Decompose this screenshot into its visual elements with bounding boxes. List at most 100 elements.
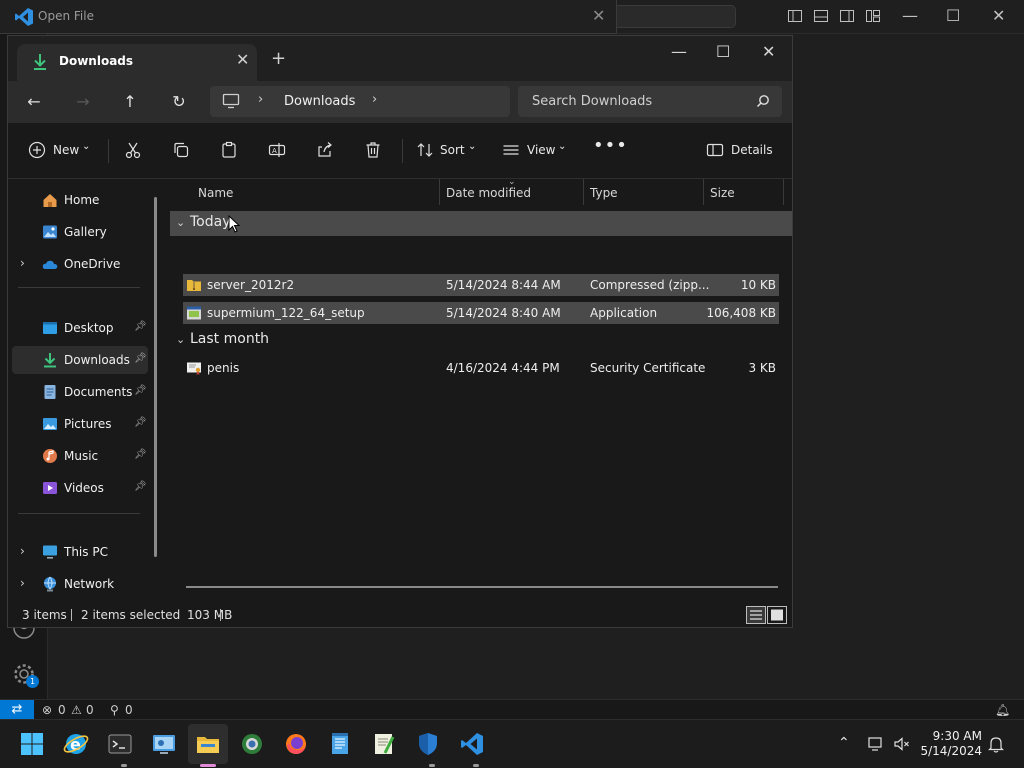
column-splitter[interactable]	[783, 179, 784, 205]
vscode-maximize-icon[interactable]: ☐	[946, 6, 960, 25]
share-icon[interactable]	[316, 141, 334, 159]
breadcrumb-chevron-icon[interactable]: ›	[372, 92, 377, 107]
table-row[interactable]: supermium_122_64_setup 5/14/2024 8:40 AM…	[183, 302, 779, 324]
firefox-icon[interactable]	[283, 731, 309, 757]
browser-globe-icon[interactable]	[239, 731, 265, 757]
show-hidden-icons-chevron-icon[interactable]: ⌃	[838, 735, 850, 751]
warnings-count[interactable]: 0	[86, 703, 94, 717]
system-clock[interactable]: 9:30 AM 5/14/2024	[920, 729, 982, 759]
cut-scissors-icon[interactable]	[124, 141, 142, 159]
vscode-minimize-icon[interactable]: —	[902, 6, 918, 25]
back-arrow-icon[interactable]: ←	[20, 89, 48, 115]
terminal-icon[interactable]	[107, 731, 133, 757]
column-date-modified[interactable]: Date modified	[446, 186, 531, 200]
ports-icon[interactable]: ⚲	[110, 703, 119, 717]
table-row[interactable]: penis 4/16/2024 4:44 PM Security Certifi…	[183, 357, 779, 379]
view-lines-icon[interactable]	[502, 141, 520, 159]
explorer-close-icon[interactable]: ✕	[762, 42, 775, 61]
new-tab-plus-icon[interactable]: +	[271, 48, 286, 69]
tiles-view-toggle-icon[interactable]	[767, 606, 787, 624]
vscode-command-center[interactable]	[617, 5, 736, 28]
sort-arrows-icon[interactable]	[416, 141, 434, 159]
explorer-minimize-icon[interactable]: —	[671, 42, 687, 61]
column-splitter[interactable]	[439, 179, 440, 205]
file-explorer-icon[interactable]	[195, 731, 221, 757]
expand-chevron-icon[interactable]: ›	[20, 544, 25, 558]
explorer-maximize-icon[interactable]: ☐	[716, 42, 730, 61]
errors-icon[interactable]: ⊗	[42, 703, 52, 717]
tab-close-icon[interactable]: ✕	[236, 50, 249, 69]
notepad-icon[interactable]	[327, 731, 353, 757]
remote-indicator-icon[interactable]: ⇄	[0, 700, 34, 720]
notification-bell-icon[interactable]	[988, 735, 1004, 753]
breadcrumb-downloads[interactable]: Downloads	[284, 94, 355, 109]
tab-downloads[interactable]: Downloads ✕	[17, 44, 257, 81]
sidebar-item-onedrive[interactable]: › OneDrive	[12, 250, 148, 278]
sort-button[interactable]: Sort	[440, 143, 465, 157]
internet-explorer-icon[interactable]: e	[63, 731, 89, 757]
column-name[interactable]: Name	[198, 186, 233, 200]
sidebar-item-pictures[interactable]: Pictures 📌︎	[12, 410, 148, 438]
rename-icon[interactable]: A	[268, 141, 286, 159]
copy-icon[interactable]	[172, 141, 190, 159]
expand-chevron-icon[interactable]: ›	[20, 576, 25, 590]
forward-arrow-icon[interactable]: →	[69, 89, 97, 115]
column-size[interactable]: Size	[710, 186, 735, 200]
vscode-taskbar-icon[interactable]	[459, 731, 485, 757]
up-arrow-icon[interactable]: ↑	[116, 89, 144, 115]
horizontal-scrollbar[interactable]	[186, 586, 778, 588]
sidebar-item-documents[interactable]: Documents 📌︎	[12, 378, 148, 406]
search-input[interactable]	[518, 86, 748, 117]
sidebar-scrollbar[interactable]	[154, 197, 157, 557]
column-splitter[interactable]	[583, 179, 584, 205]
expand-chevron-icon[interactable]: ›	[20, 256, 25, 270]
sidebar-item-gallery[interactable]: Gallery	[12, 218, 148, 246]
details-button[interactable]: Details	[731, 143, 773, 157]
vscode-close-icon[interactable]: ✕	[992, 6, 1005, 25]
sidebar-item-network[interactable]: › Network	[12, 570, 148, 598]
windows-start-icon[interactable]	[19, 731, 45, 757]
warnings-icon[interactable]: ⚠	[71, 703, 82, 717]
toggle-primary-sidebar-icon[interactable]	[787, 8, 803, 24]
sidebar-item-music[interactable]: Music 📌︎	[12, 442, 148, 470]
new-chevron-down-icon[interactable]: ⌄	[82, 141, 90, 152]
view-chevron-down-icon[interactable]: ⌄	[558, 141, 566, 152]
column-type[interactable]: Type	[590, 186, 618, 200]
errors-count[interactable]: 0	[58, 703, 66, 717]
search-box[interactable]	[518, 86, 782, 117]
network-status-icon[interactable]	[867, 736, 885, 752]
column-splitter[interactable]	[703, 179, 704, 205]
details-view-toggle-icon[interactable]	[746, 606, 766, 624]
ports-count[interactable]: 0	[125, 703, 133, 717]
paste-clipboard-icon[interactable]	[220, 141, 238, 159]
table-row[interactable]: server_2012r2 5/14/2024 8:44 AM Compress…	[183, 274, 779, 296]
collapse-chevron-icon[interactable]: ⌄	[176, 333, 185, 346]
group-header-last-month[interactable]: ⌄ Last month	[170, 328, 792, 353]
new-button[interactable]: New	[53, 143, 79, 157]
refresh-icon[interactable]: ↻	[165, 89, 193, 115]
view-button[interactable]: View	[527, 143, 555, 157]
toggle-panel-icon[interactable]	[813, 8, 829, 24]
search-icon[interactable]	[756, 94, 770, 108]
sidebar-item-videos[interactable]: Videos 📌︎	[12, 474, 148, 502]
dialog-close-icon[interactable]: ✕	[592, 6, 605, 25]
notifications-bell-icon[interactable]: 🔔︎	[995, 703, 1010, 717]
details-pane-icon[interactable]	[706, 141, 724, 159]
collapse-chevron-icon[interactable]: ⌄	[176, 216, 185, 229]
sort-chevron-down-icon[interactable]: ⌄	[468, 141, 476, 152]
customize-layout-icon[interactable]	[865, 8, 881, 24]
notepad-plus-plus-icon[interactable]	[371, 731, 397, 757]
control-panel-icon[interactable]	[151, 731, 177, 757]
sidebar-item-desktop[interactable]: Desktop 📌︎	[12, 314, 148, 342]
toggle-secondary-sidebar-icon[interactable]	[839, 8, 855, 24]
sidebar-item-this-pc[interactable]: › This PC	[12, 538, 148, 566]
windows-security-shield-icon[interactable]	[415, 731, 441, 757]
address-bar[interactable]: › Downloads ›	[210, 86, 510, 117]
more-options-ellipsis-icon[interactable]: •••	[593, 135, 628, 156]
new-plus-circle-icon[interactable]	[28, 141, 46, 159]
delete-trash-icon[interactable]	[364, 141, 382, 159]
breadcrumb-chevron-icon[interactable]: ›	[258, 92, 263, 107]
group-header-today[interactable]: ⌄ Today	[170, 211, 792, 236]
sidebar-item-downloads[interactable]: Downloads 📌︎	[12, 346, 148, 374]
volume-muted-icon[interactable]	[893, 736, 911, 752]
